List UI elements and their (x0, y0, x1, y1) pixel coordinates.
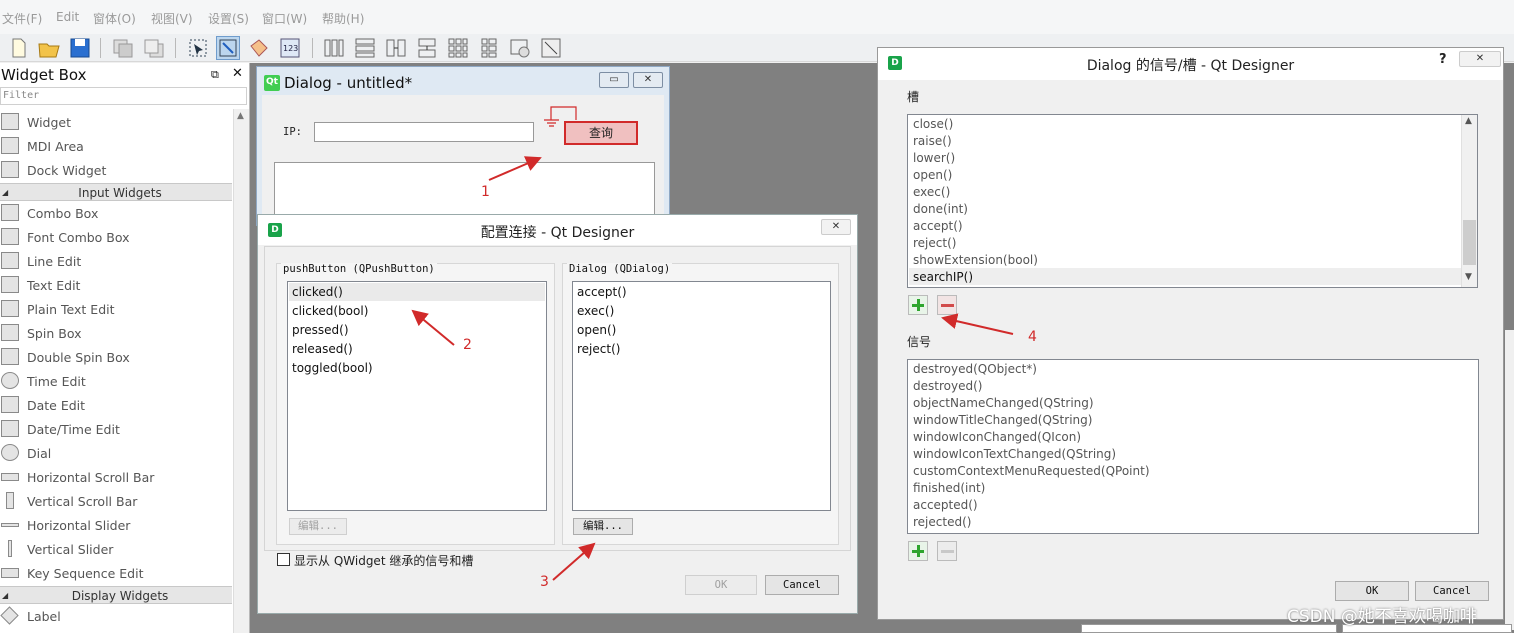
annotation-arrow-1 (488, 156, 542, 181)
csdn-watermark: CSDN @她不喜欢喝咖啡 (1287, 607, 1477, 627)
annotation-label-4: 4 (1028, 329, 1037, 345)
annotation-arrow-4 (941, 313, 1014, 335)
annotation-label-2: 2 (463, 337, 472, 353)
annotation-arrow-2 (411, 309, 455, 346)
annotation-label-1: 1 (481, 184, 490, 200)
annotation-arrows (411, 156, 1014, 581)
annotation-label-3: 3 (540, 574, 549, 590)
annotation-arrow-3 (552, 542, 596, 581)
